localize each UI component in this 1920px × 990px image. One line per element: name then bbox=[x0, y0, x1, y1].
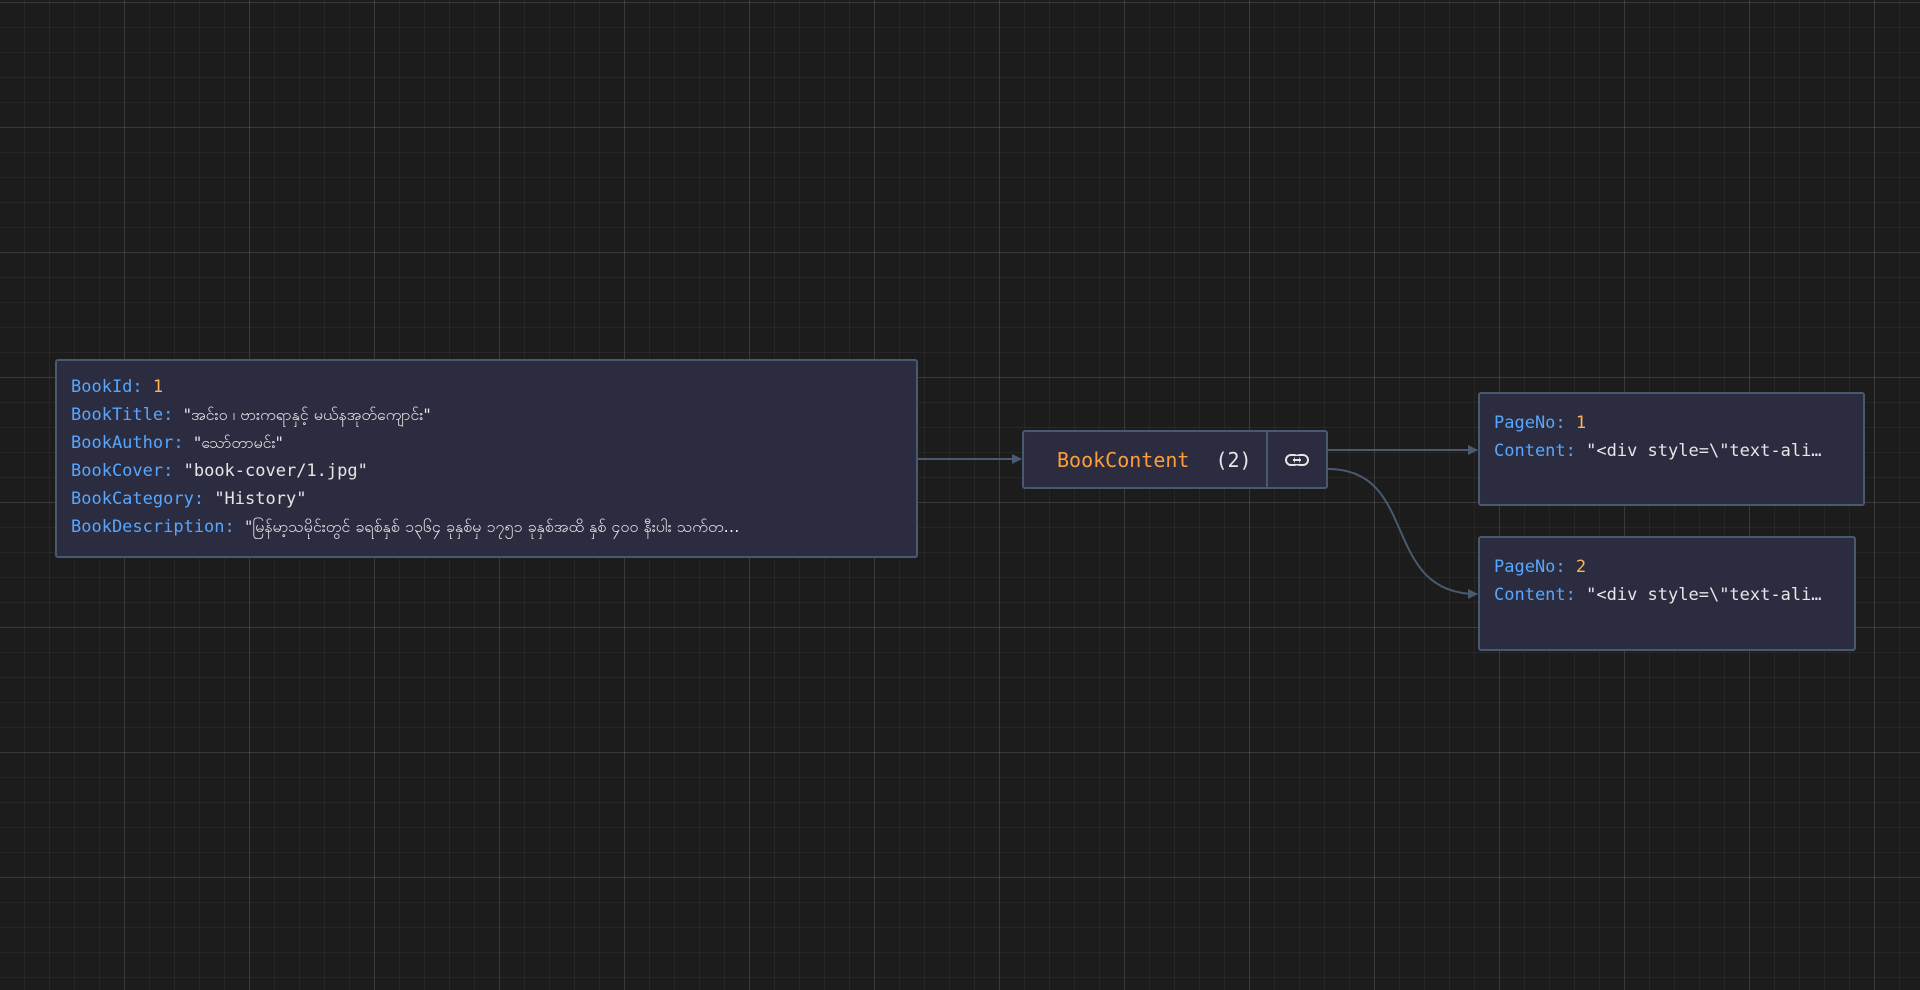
field-row-content: Content: "<div style=\"text-ali… bbox=[1494, 441, 1822, 461]
field-value: "History" bbox=[214, 489, 307, 509]
link-button[interactable] bbox=[1266, 432, 1326, 487]
field-key: PageNo bbox=[1494, 413, 1556, 433]
field-key: BookCategory bbox=[71, 489, 194, 509]
field-row-content: Content: "<div style=\"text-ali… bbox=[1494, 585, 1822, 605]
page-object-node-1[interactable]: PageNo: 1 Content: "<div style=\"text-al… bbox=[1478, 392, 1865, 506]
field-row-booktitle: BookTitle: "အင်းဝ ၊ ဗားကရာနှင့် မယ်နအုတ်… bbox=[71, 405, 431, 425]
field-row-pageno: PageNo: 2 bbox=[1494, 557, 1587, 577]
field-key: BookDescription bbox=[71, 517, 225, 537]
field-row-pageno: PageNo: 1 bbox=[1494, 413, 1587, 433]
link-icon bbox=[1285, 453, 1309, 466]
field-key: Content bbox=[1494, 585, 1566, 605]
field-key: BookId bbox=[71, 377, 133, 397]
field-key: BookTitle bbox=[71, 405, 164, 425]
field-key: BookAuthor bbox=[71, 433, 174, 453]
bookcontent-array-node[interactable]: BookContent (2) bbox=[1022, 430, 1328, 489]
book-object-node[interactable]: BookId: 1 BookTitle: "အင်းဝ ၊ ဗားကရာနှင့… bbox=[55, 359, 918, 558]
page-object-node-2[interactable]: PageNo: 2 Content: "<div style=\"text-al… bbox=[1478, 536, 1856, 651]
field-row-bookcover: BookCover: "book-cover/1.jpg" bbox=[71, 461, 368, 481]
field-value: "မြန်မာ့သမိုင်းတွင် ခရစ်နှစ် ၁၃၆၄ ခုနှစ်… bbox=[245, 517, 740, 536]
field-value: "<div style=\"text-ali… bbox=[1586, 441, 1822, 461]
field-value: "အင်းဝ ၊ ဗားကရာနှင့် မယ်နအုတ်ကျောင်း" bbox=[183, 405, 431, 424]
field-value: "book-cover/1.jpg" bbox=[183, 461, 368, 481]
array-count: (2) bbox=[1215, 447, 1252, 472]
field-value: 1 bbox=[1575, 413, 1587, 433]
field-key: Content bbox=[1494, 441, 1566, 461]
field-value: "<div style=\"text-ali… bbox=[1586, 585, 1822, 605]
field-row-bookauthor: BookAuthor: "သော်တာမင်း" bbox=[71, 433, 283, 453]
field-row-bookcategory: BookCategory: "History" bbox=[71, 489, 307, 509]
field-key: PageNo bbox=[1494, 557, 1556, 577]
array-title: BookContent bbox=[1057, 447, 1190, 472]
edge-bookcontent-to-page-2 bbox=[1327, 468, 1478, 599]
field-value: "သော်တာမင်း" bbox=[193, 433, 283, 452]
field-value: 1 bbox=[152, 377, 164, 397]
array-label: BookContent (2) bbox=[1024, 432, 1266, 487]
field-key: BookCover bbox=[71, 461, 164, 481]
field-value: 2 bbox=[1575, 557, 1587, 577]
field-row-bookdescription: BookDescription: "မြန်မာ့သမိုင်းတွင် ခရစ… bbox=[71, 517, 740, 537]
field-row-bookid: BookId: 1 bbox=[71, 377, 164, 397]
